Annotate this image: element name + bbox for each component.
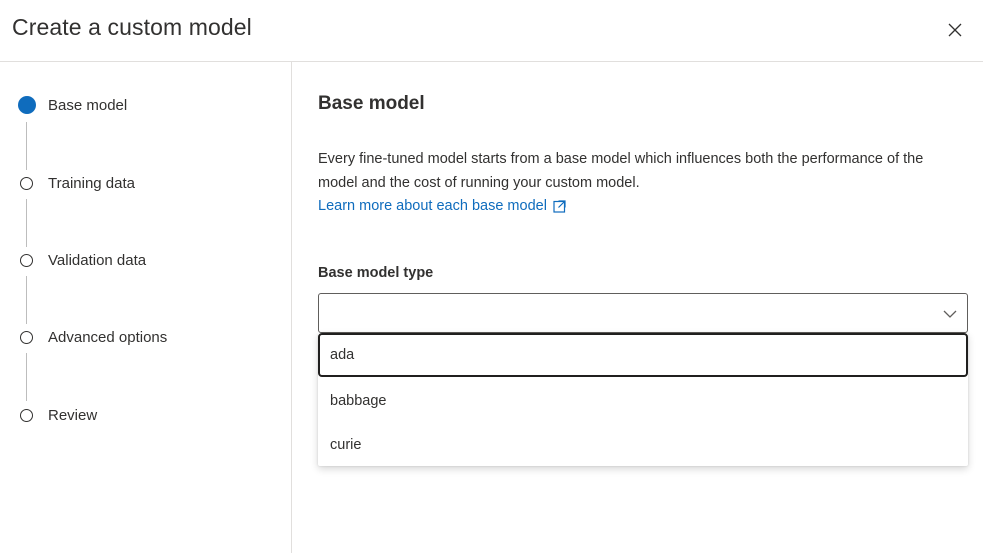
step-base-model[interactable]: Base model (18, 93, 127, 117)
base-model-type-select[interactable] (318, 293, 968, 333)
wizard-steps: Base model Training data Validation data… (0, 62, 292, 553)
description-text: Every fine-tuned model starts from a bas… (318, 151, 924, 191)
option-babbage[interactable]: babbage (318, 379, 968, 423)
step-review[interactable]: Review (18, 403, 97, 427)
step-connector (26, 353, 27, 401)
step-indicator (20, 408, 33, 422)
option-ada[interactable]: ada (318, 333, 968, 377)
step-label: Validation data (48, 251, 147, 269)
step-active-indicator (18, 96, 36, 114)
chevron-down-icon (943, 310, 957, 318)
step-training-data[interactable]: Training data (18, 171, 135, 195)
base-model-type-label: Base model type (318, 265, 434, 281)
close-button[interactable] (940, 15, 970, 45)
section-title: Base model (318, 93, 425, 114)
learn-more-link-text: Learn more about each base model (318, 198, 547, 214)
external-link-icon (553, 199, 566, 213)
step-advanced-options[interactable]: Advanced options (18, 325, 167, 349)
step-indicator (20, 253, 33, 267)
step-connector (26, 122, 27, 170)
learn-more-link[interactable]: Learn more about each base model (318, 198, 566, 214)
step-validation-data[interactable]: Validation data (18, 248, 146, 272)
close-icon (948, 23, 962, 37)
step-label: Training data (48, 174, 135, 192)
step-indicator (20, 176, 33, 190)
step-indicator (20, 330, 33, 344)
step-connector (26, 199, 27, 247)
dropdown-listbox: ada babbage curie (318, 333, 968, 466)
option-curie[interactable]: curie (318, 423, 968, 467)
create-custom-model-dialog: Create a custom model Base model Trainin… (0, 0, 983, 553)
dialog-header: Create a custom model (0, 0, 983, 62)
step-label: Advanced options (48, 328, 168, 346)
dialog-title: Create a custom model (12, 14, 252, 40)
step-label: Base model (48, 96, 128, 114)
step-label: Review (48, 406, 98, 424)
step-connector (26, 276, 27, 324)
